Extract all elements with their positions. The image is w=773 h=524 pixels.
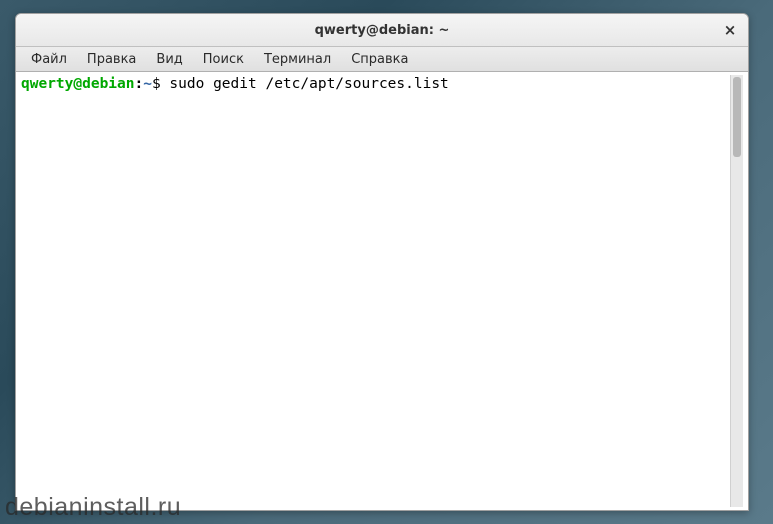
prompt-separator: :	[135, 76, 144, 92]
menu-file[interactable]: Файл	[21, 49, 77, 70]
prompt-user-host: qwerty@debian	[21, 76, 135, 92]
titlebar[interactable]: qwerty@debian: ~ ×	[16, 14, 748, 47]
terminal-window: qwerty@debian: ~ × Файл Правка Вид Поиск…	[15, 13, 749, 511]
prompt-path: ~	[143, 76, 152, 92]
menu-edit[interactable]: Правка	[77, 49, 146, 70]
window-title: qwerty@debian: ~	[315, 23, 450, 38]
close-button[interactable]: ×	[720, 20, 740, 40]
menu-help[interactable]: Справка	[341, 49, 418, 70]
close-icon: ×	[724, 21, 737, 39]
terminal-command: sudo gedit /etc/apt/sources.list	[161, 76, 449, 92]
menu-terminal[interactable]: Терминал	[254, 49, 341, 70]
menu-view[interactable]: Вид	[146, 49, 192, 70]
terminal-content[interactable]: qwerty@debian:~$ sudo gedit /etc/apt/sou…	[16, 72, 748, 510]
watermark: debianinstall.ru	[5, 493, 181, 522]
menubar: Файл Правка Вид Поиск Терминал Справка	[16, 47, 748, 72]
scrollbar[interactable]	[730, 75, 743, 507]
terminal-text-area[interactable]: qwerty@debian:~$ sudo gedit /etc/apt/sou…	[21, 75, 730, 507]
prompt-line: qwerty@debian:~$ sudo gedit /etc/apt/sou…	[21, 75, 730, 94]
prompt-symbol: $	[152, 76, 161, 92]
menu-search[interactable]: Поиск	[193, 49, 254, 70]
scrollbar-thumb[interactable]	[733, 77, 741, 157]
